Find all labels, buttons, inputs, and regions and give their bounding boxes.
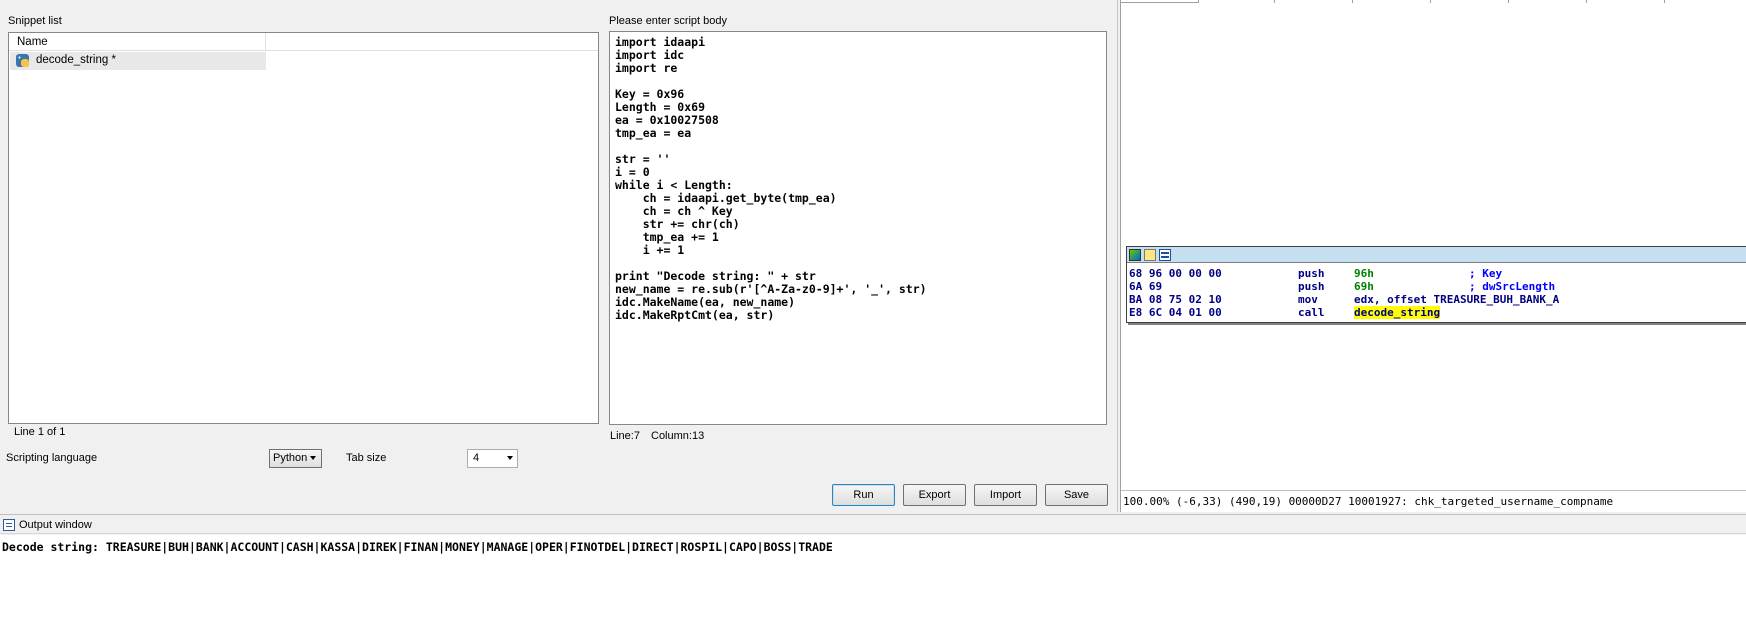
list-item[interactable]: decode_string *: [10, 52, 266, 70]
instruction-mnemonic: mov: [1298, 293, 1318, 306]
code-line: str = '': [615, 152, 671, 166]
code-line: import idc: [615, 48, 685, 62]
code-line: idc.MakeRptCmt(ea, str): [615, 308, 775, 322]
instruction-comment: ; Key: [1469, 267, 1503, 280]
instruction-mnemonic: push: [1298, 280, 1325, 293]
edit-node-icon[interactable]: [1144, 249, 1156, 261]
code-line: tmp_ea += 1: [615, 230, 719, 244]
graph-status-text: 100.00% (-6,33) (490,19) 00000D27 100019…: [1123, 495, 1614, 508]
scripting-language-label: Scripting language: [6, 452, 98, 464]
snippet-list-header[interactable]: Name: [9, 33, 598, 51]
script-code[interactable]: import idaapi import idc import re Key = 0x…: [615, 36, 1101, 322]
instruction-operand[interactable]: edx, offset TREASURE_BUH_BANK_A: [1354, 293, 1559, 306]
opcode-bytes: 68 96 00 00 00: [1129, 267, 1222, 280]
graph-status-bar: 100.00% (-6,33) (490,19) 00000D27 100019…: [1121, 490, 1746, 510]
tab-size-label: Tab size: [346, 452, 387, 464]
export-button[interactable]: Export: [903, 484, 966, 506]
code-line: import idaapi: [615, 35, 706, 49]
opcode-bytes: 6A 69: [1129, 280, 1163, 293]
import-button[interactable]: Import: [974, 484, 1037, 506]
save-button[interactable]: Save: [1045, 484, 1108, 506]
tab-strip-divider: [1587, 0, 1665, 3]
instruction-comment: ; dwSrcLength: [1469, 280, 1556, 293]
output-text: Decode string: TREASURE|BUH|BANK|ACCOUNT…: [2, 540, 833, 554]
snippet-list[interactable]: Name decode_string *: [8, 32, 599, 424]
graph-node[interactable]: 68 96 00 00 00 push 96h ; Key 6A 69 push 69h ; …: [1126, 246, 1746, 323]
disassembly-line[interactable]: BA 08 75 02 10 mov edx, offset TREASURE_BU…: [1129, 293, 1744, 306]
code-line: import re: [615, 61, 678, 75]
graph-view[interactable]: 68 96 00 00 00 push 96h ; Key 6A 69 push 69h ; …: [1120, 0, 1746, 512]
tab-strip-divider: [1431, 0, 1509, 3]
scripting-language-value: Python: [273, 452, 308, 464]
disassembly-line[interactable]: 68 96 00 00 00 push 96h ; Key: [1129, 267, 1744, 280]
opcode-bytes: BA 08 75 02 10: [1129, 293, 1222, 306]
opcode-bytes: E8 6C 04 01 00: [1129, 306, 1222, 319]
name-column-header[interactable]: Name: [9, 33, 266, 51]
scripting-language-select[interactable]: Python: [269, 449, 322, 468]
column-status: Column:13: [651, 430, 705, 442]
line-status: Line:7: [610, 430, 640, 442]
instruction-operand[interactable]: 69h: [1354, 280, 1374, 293]
snippet-list-title: Snippet list: [8, 15, 62, 27]
snippet-name: decode_string *: [36, 54, 116, 66]
disassembly-line[interactable]: 6A 69 push 69h ; dwSrcLength: [1129, 280, 1744, 293]
output-window-title: Output window: [19, 519, 92, 531]
graph-node-header: [1127, 247, 1746, 263]
output-window-titlebar[interactable]: Output window: [0, 514, 1746, 534]
chevron-down-icon: [507, 456, 513, 460]
disassembly-listing[interactable]: 68 96 00 00 00 push 96h ; Key 6A 69 push 69h ; …: [1129, 267, 1744, 319]
tab-size-value: 4: [473, 452, 480, 464]
output-window-icon: [3, 519, 15, 531]
group-node-icon[interactable]: [1159, 249, 1171, 261]
script-editor[interactable]: import idaapi import idc import re Key = 0x…: [609, 31, 1107, 425]
code-line: i += 1: [615, 243, 685, 257]
code-line: tmp_ea = ea: [615, 126, 692, 140]
script-body-title: Please enter script body: [609, 15, 728, 27]
tab-strip-divider: [1121, 0, 1199, 3]
snippet-list-status: Line 1 of 1: [14, 426, 66, 438]
output-window[interactable]: Decode string: TREASURE|BUH|BANK|ACCOUNT…: [0, 535, 1746, 624]
run-button[interactable]: Run: [832, 484, 895, 506]
chevron-down-icon: [310, 456, 316, 460]
python-snippet-icon: [16, 54, 29, 67]
instruction-operand[interactable]: 96h: [1354, 267, 1374, 280]
tab-strip-divider: [1353, 0, 1431, 3]
tab-strip-divider: [1509, 0, 1587, 3]
disassembly-line[interactable]: E8 6C 04 01 00 call decode_string: [1129, 306, 1744, 319]
tab-size-select[interactable]: 4: [467, 449, 518, 468]
color-node-icon[interactable]: [1129, 249, 1141, 261]
tab-strip-divider: [1199, 0, 1275, 3]
instruction-operand[interactable]: decode_string: [1354, 306, 1441, 319]
instruction-mnemonic: push: [1298, 267, 1325, 280]
tab-strip-divider: [1275, 0, 1353, 3]
instruction-mnemonic: call: [1298, 306, 1325, 319]
